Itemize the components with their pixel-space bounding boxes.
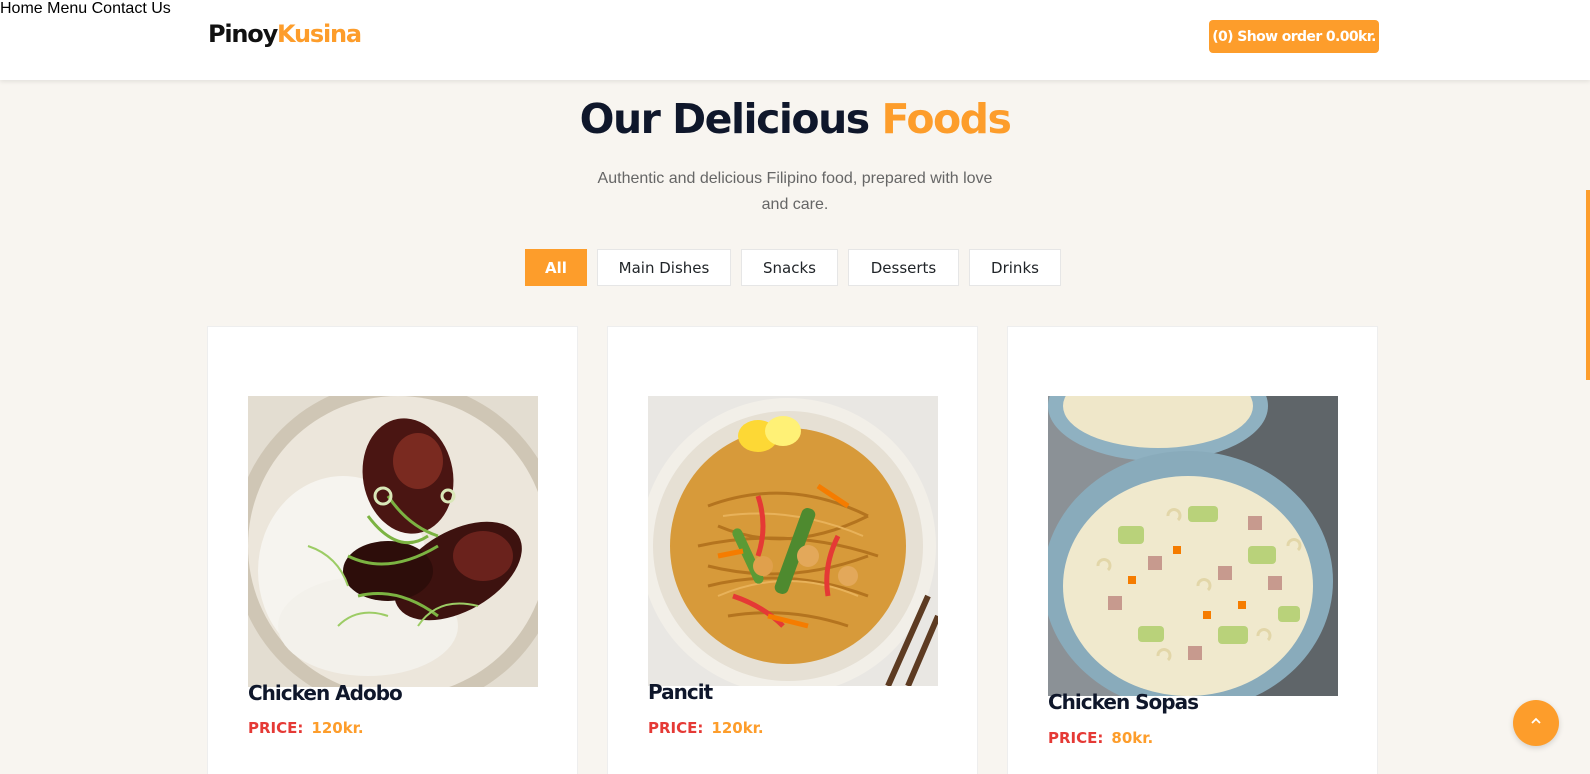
back-to-top-button[interactable] [1513, 700, 1559, 746]
brand-logo[interactable]: PinoyKusina [208, 20, 362, 48]
food-card[interactable]: Pancit PRICE: 120kr. [607, 326, 978, 774]
price-label: PRICE: [1048, 729, 1104, 747]
nav-home-link[interactable]: Home [0, 0, 43, 17]
page-subtitle: Authentic and delicious Filipino food, p… [597, 170, 993, 213]
price-value: 120kr. [711, 719, 764, 737]
chevron-up-icon [1529, 714, 1543, 733]
food-price: PRICE: 120kr. [648, 719, 764, 737]
food-name: Pancit [648, 680, 713, 704]
filter-all[interactable]: All [525, 249, 587, 286]
filter-main-dishes[interactable]: Main Dishes [597, 249, 731, 286]
food-image-chicken-adobo[interactable] [248, 396, 538, 687]
price-label: PRICE: [248, 719, 304, 737]
nav-menu-link[interactable]: Menu [47, 0, 87, 17]
food-name: Chicken Sopas [1048, 690, 1199, 714]
site-header: PinoyKusina Home Menu Contact Us (0) Sho… [0, 0, 1590, 80]
price-value: 120kr. [311, 719, 364, 737]
price-label: PRICE: [648, 719, 704, 737]
title-main: Our Delicious [579, 95, 882, 143]
title-highlight: Foods [881, 95, 1011, 143]
page-scrollbar-thumb[interactable] [1586, 190, 1590, 380]
food-price: PRICE: 80kr. [1048, 729, 1153, 747]
price-value: 80kr. [1111, 729, 1154, 747]
logo-text-kusina: Kusina [277, 20, 362, 48]
food-card[interactable]: Chicken Sopas PRICE: 80kr. [1007, 326, 1378, 774]
logo-text-pinoy: Pinoy [208, 20, 278, 48]
food-image-chicken-sopas[interactable] [1048, 396, 1338, 696]
food-name: Chicken Adobo [248, 681, 403, 705]
filter-desserts[interactable]: Desserts [848, 249, 959, 286]
filter-drinks[interactable]: Drinks [969, 249, 1061, 286]
food-card[interactable]: Chicken Adobo PRICE: 120kr. [207, 326, 578, 774]
page-title: Our Delicious Foods [0, 95, 1590, 143]
food-image-pancit[interactable] [648, 396, 938, 686]
nav-contact-link[interactable]: Contact Us [92, 0, 171, 17]
show-order-button[interactable]: (0) Show order 0.00kr. [1209, 20, 1379, 53]
food-price: PRICE: 120kr. [248, 719, 364, 737]
filter-snacks[interactable]: Snacks [741, 249, 838, 286]
